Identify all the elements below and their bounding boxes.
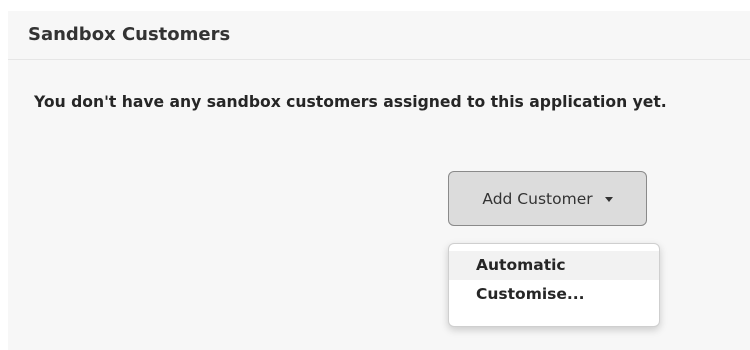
add-customer-button-label: Add Customer — [482, 189, 593, 208]
caret-down-icon — [604, 197, 613, 202]
menu-item-customise[interactable]: Customise... — [449, 280, 659, 309]
menu-item-automatic[interactable]: Automatic — [449, 251, 659, 280]
empty-state-message: You don't have any sandbox customers ass… — [34, 93, 667, 111]
add-customer-button[interactable]: Add Customer — [448, 171, 647, 226]
panel-header: Sandbox Customers — [8, 11, 750, 60]
panel-title: Sandbox Customers — [28, 24, 231, 45]
add-customer-dropdown-menu: Automatic Customise... — [448, 243, 660, 327]
